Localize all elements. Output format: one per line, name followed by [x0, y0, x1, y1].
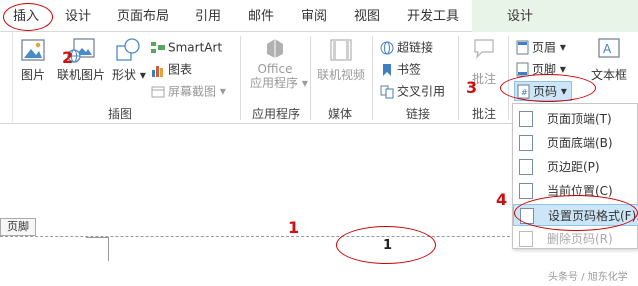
annotation-oval-format-page-numbers	[514, 195, 638, 231]
menu-item-label: 页边距(P)	[547, 160, 600, 174]
tab-design[interactable]: 设计	[60, 0, 96, 32]
textbox-button[interactable]: A 文本框	[588, 36, 630, 83]
smartart-label: SmartArt	[168, 40, 223, 55]
ribbon-left-edge	[12, 32, 13, 122]
tab-developer[interactable]: 开发工具	[402, 0, 464, 32]
chart-icon	[152, 65, 163, 77]
smartart-button[interactable]: SmartArt	[151, 38, 222, 56]
chart-button[interactable]: 图表	[151, 60, 192, 78]
menu-item-bottom-of-page[interactable]: 页面底端(B)	[513, 132, 638, 154]
annotation-number-3: 3	[466, 78, 478, 97]
document-icon	[519, 159, 533, 175]
group-label-illustrations: 插图	[107, 107, 132, 121]
group-label-links: 链接	[405, 107, 430, 121]
tab-references[interactable]: 引用	[190, 0, 226, 32]
bookmark-label: 书签	[397, 62, 422, 77]
office-store-icon	[267, 39, 283, 58]
screenshot-label: 屏幕截图	[168, 84, 217, 99]
menu-item-top-of-page[interactable]: 页面顶端(T)	[513, 108, 638, 130]
menu-item-page-margins[interactable]: 页边距(P)	[513, 156, 638, 178]
group-separator	[372, 36, 373, 120]
tab-review[interactable]: 审阅	[296, 0, 332, 32]
group-label-comments: 批注	[471, 107, 496, 121]
textbox-label: 文本框	[590, 68, 627, 82]
hyperlink-label: 超链接	[397, 40, 434, 55]
footer-area-tag: 页脚	[0, 218, 36, 236]
hyperlink-icon	[380, 41, 394, 54]
annotation-oval-page-number	[500, 74, 596, 102]
tab-context-design[interactable]: 设计	[500, 0, 540, 32]
online-video-button[interactable]: 联机视频	[314, 36, 368, 83]
header-button[interactable]: 页眉 ▾	[516, 38, 566, 56]
annotation-number-4: 4	[496, 190, 508, 209]
screenshot-button[interactable]: 屏幕截图 ▾	[151, 82, 226, 100]
shapes-label-text: 形状	[112, 68, 137, 82]
tab-page-layout[interactable]: 页面布局	[112, 0, 174, 32]
cross-reference-button[interactable]: 交叉引用	[380, 82, 445, 100]
hyperlink-button[interactable]: 超链接	[380, 38, 433, 56]
video-icon	[330, 39, 352, 61]
group-separator	[458, 36, 459, 120]
footer-dashed-boundary	[0, 236, 520, 237]
margin-corner-mark	[86, 237, 108, 238]
svg-text:A: A	[603, 42, 612, 56]
annotation-oval-insert-tab	[3, 3, 53, 31]
group-separator	[240, 36, 241, 120]
group-label-apps: 应用程序	[251, 107, 300, 121]
cross-reference-icon	[380, 85, 394, 98]
menu-item-label: 页面顶端(T)	[547, 112, 612, 126]
header-label: 页眉	[532, 40, 557, 55]
screenshot-dropdown-icon: ▾	[216, 84, 226, 98]
office-apps-label-line2-text: 应用程序	[250, 76, 299, 90]
cross-reference-label: 交叉引用	[397, 84, 446, 99]
office-apps-label-line2: 应用程序 ▾	[250, 76, 308, 90]
online-picture-label: 联机图片	[56, 68, 105, 82]
annotation-oval-footer-number	[336, 226, 436, 264]
watermark: 头条号 / 旭东化学	[548, 272, 628, 283]
remove-icon	[519, 231, 533, 247]
bookmark-icon	[383, 63, 391, 76]
document-icon	[519, 183, 533, 199]
chart-label: 图表	[168, 62, 193, 77]
tab-mailings[interactable]: 邮件	[243, 0, 279, 32]
ribbon-tab-bar: 插入 设计 页面布局 引用 邮件 审阅 视图 开发工具 设计	[0, 0, 638, 32]
office-apps-button[interactable]: Office 应用程序 ▾	[250, 36, 308, 90]
shapes-label: 形状 ▾	[112, 68, 146, 82]
textbox-icon: A	[598, 38, 620, 58]
picture-icon	[21, 39, 45, 61]
picture-button[interactable]: 图片	[16, 36, 50, 83]
online-video-label: 联机视频	[316, 68, 365, 82]
annotation-number-2: 2	[62, 48, 74, 67]
comment-icon	[474, 39, 494, 59]
menu-item-label: 删除页码(R)	[547, 232, 613, 246]
group-separator	[310, 36, 311, 120]
document-icon	[519, 111, 533, 127]
header-dropdown-icon: ▾	[556, 40, 566, 54]
menu-item-label: 页面底端(B)	[547, 136, 613, 150]
context-tab-strip	[472, 0, 638, 32]
office-apps-label-line1: Office	[257, 62, 293, 76]
smartart-icon	[151, 41, 165, 53]
header-icon	[516, 40, 529, 55]
shapes-icon	[116, 38, 140, 61]
margin-corner-mark-vertical	[108, 237, 109, 261]
picture-label: 图片	[20, 68, 45, 82]
screenshot-icon	[151, 86, 165, 97]
menu-item-remove-page-numbers[interactable]: 删除页码(R)	[513, 228, 638, 250]
tab-view[interactable]: 视图	[349, 0, 385, 32]
shapes-button[interactable]: 形状 ▾	[112, 36, 146, 83]
group-separator	[508, 36, 509, 120]
document-icon	[519, 135, 533, 151]
bookmark-button[interactable]: 书签	[380, 60, 421, 78]
group-label-media: 媒体	[327, 107, 352, 121]
annotation-number-1: 1	[288, 218, 300, 237]
